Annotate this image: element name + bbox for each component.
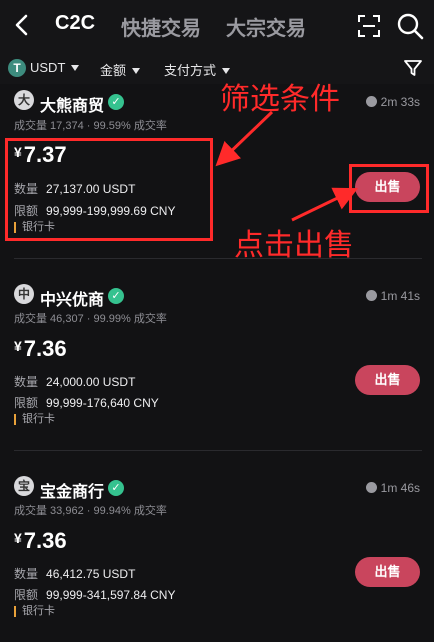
timer-value: 1m 41s [380,289,420,303]
avatar: 中 [14,284,34,304]
pay-time-limit: 1m 46s [365,481,420,495]
quantity-row: 数量 24,000.00 USDT [14,373,135,390]
trade-volume: 成交量 46,307 [14,313,84,325]
quantity-value: 24,000.00 USDT [46,375,136,389]
quantity-row: 数量 46,412.75 USDT [14,565,135,582]
top-nav: C2C 快捷交易 大宗交易 [0,0,434,52]
timer-value: 1m 46s [380,481,420,495]
payment-method: 银行卡 [14,414,55,425]
annotation-highlight-box [349,164,429,213]
merchant-stats: 成交量 33,962 · 99.94% 成交率 [14,505,167,517]
unit-price: ¥7.36 [14,336,67,362]
clock-icon [365,482,377,493]
scan-icon[interactable] [357,14,381,38]
price-value: 7.36 [23,336,67,361]
usdt-coin-icon: T [8,59,26,77]
annotation-highlight-box [5,138,213,241]
currency-symbol: ¥ [14,530,22,546]
quantity-value: 46,412.75 USDT [46,567,136,581]
completion-rate: 99.94% 成交率 [93,505,167,517]
merchant-stats: 成交量 46,307 · 99.99% 成交率 [14,313,167,325]
quantity-label: 数量 [14,567,39,581]
trade-volume: 成交量 33,962 [14,505,84,517]
completion-rate: 99.59% 成交率 [93,120,167,132]
annotation-filter-note: 筛选条件 [220,82,340,117]
verified-badge-icon: ✓ [108,480,124,496]
pay-time-limit: 2m 33s [365,95,420,109]
sell-button[interactable]: 出售 [355,557,420,587]
timer-value: 2m 33s [380,95,420,109]
merchant-name[interactable]: 宝金商行 [40,478,104,502]
limit-label: 限额 [14,396,39,410]
divider [14,258,422,259]
limit-row: 限额 99,999-341,597.84 CNY [14,586,175,603]
filter-funnel-icon[interactable] [403,58,423,78]
divider [14,450,422,451]
amount-filter-dropdown[interactable]: 金额 [100,60,141,79]
amount-filter-label: 金额 [100,63,127,78]
chevron-down-icon [71,64,80,71]
chevron-down-icon [132,67,141,74]
limit-label: 限额 [14,588,39,602]
avatar: 大 [14,90,34,110]
merchant-name[interactable]: 大熊商贸 [40,92,104,116]
verified-badge-icon: ✓ [108,288,124,304]
merchant-stats: 成交量 17,374 · 99.59% 成交率 [14,120,167,132]
completion-rate: 99.99% 成交率 [93,313,167,325]
payment-filter-label: 支付方式 [164,63,217,78]
chevron-down-icon [222,67,231,74]
merchant-listing[interactable]: 中 中兴优商 ✓ 1m 41s 成交量 46,307 · 99.99% 成交率 … [0,276,434,466]
tab-quick-trade[interactable]: 快捷交易 [121,12,201,41]
limit-row: 限额 99,999-176,640 CNY [14,394,159,411]
avatar: 宝 [14,476,34,496]
clock-icon [365,290,377,301]
trade-volume: 成交量 17,374 [14,120,84,132]
pay-time-limit: 1m 41s [365,289,420,303]
quantity-label: 数量 [14,375,39,389]
tab-block-trade[interactable]: 大宗交易 [226,12,306,41]
verified-badge-icon: ✓ [108,94,124,110]
clock-icon [365,96,377,107]
limit-value: 99,999-176,640 CNY [46,396,159,410]
unit-price: ¥7.36 [14,528,67,554]
back-arrow-icon[interactable] [10,12,34,38]
merchant-name[interactable]: 中兴优商 [40,286,104,310]
currency-symbol: ¥ [14,338,22,354]
coin-filter-label: USDT [30,60,66,75]
payment-method: 银行卡 [14,606,55,617]
annotation-sell-note: 点击出售 [234,228,354,263]
search-icon[interactable] [396,12,424,40]
limit-value: 99,999-341,597.84 CNY [46,588,176,602]
tab-c2c[interactable]: C2C [55,12,95,35]
merchant-listing[interactable]: 宝 宝金商行 ✓ 1m 46s 成交量 33,962 · 99.94% 成交率 … [0,468,434,642]
price-value: 7.36 [23,528,67,553]
coin-filter-dropdown[interactable]: USDT [30,60,80,75]
sell-button[interactable]: 出售 [355,365,420,395]
filter-bar: T USDT 金额 支付方式 [0,52,434,84]
